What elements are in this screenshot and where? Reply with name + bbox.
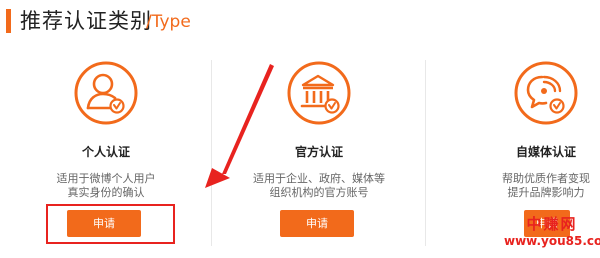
watermark-name: 中赚网 <box>526 215 578 233</box>
site-watermark: 中赚网 www.you85.com <box>504 215 600 255</box>
watermark-url: www.you85.com <box>504 234 600 248</box>
